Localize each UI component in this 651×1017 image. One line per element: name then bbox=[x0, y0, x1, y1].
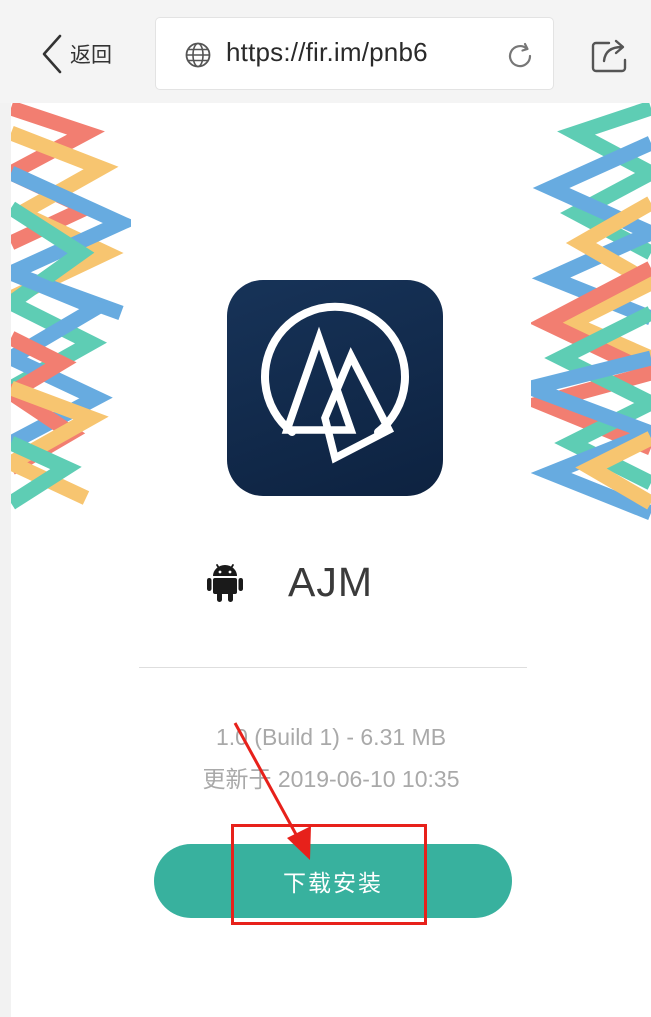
reload-icon[interactable] bbox=[504, 40, 536, 72]
chevron-left-icon bbox=[42, 34, 62, 74]
globe-icon bbox=[185, 42, 211, 68]
divider bbox=[139, 667, 527, 668]
updated-info: 更新于 2019-06-10 10:35 bbox=[202, 766, 460, 792]
download-install-label: 下载安装 bbox=[283, 870, 383, 896]
zigzag-decoration-right bbox=[531, 103, 651, 520]
address-bar[interactable]: https://fir.im/pnb6 bbox=[155, 17, 554, 90]
url-text: https://fir.im/pnb6 bbox=[226, 37, 428, 67]
zigzag-decoration-left bbox=[11, 103, 131, 510]
share-icon[interactable] bbox=[589, 34, 631, 74]
back-label: 返回 bbox=[70, 44, 112, 67]
version-info: 1.0 (Build 1) - 6.31 MB bbox=[215, 724, 447, 750]
app-name: AJM bbox=[288, 559, 373, 605]
android-icon bbox=[207, 564, 243, 602]
browser-toolbar: 返回 https://fir.im/pnb6 bbox=[0, 0, 651, 103]
app-name-row: AJM bbox=[11, 551, 651, 611]
app-icon bbox=[227, 280, 443, 496]
download-page: AJM 1.0 (Build 1) - 6.31 MB 更新于 2019-06-… bbox=[11, 103, 651, 1017]
download-install-button[interactable]: 下载安装 bbox=[154, 844, 512, 918]
back-button[interactable]: 返回 bbox=[38, 32, 112, 76]
ajm-logo-icon bbox=[261, 302, 409, 464]
